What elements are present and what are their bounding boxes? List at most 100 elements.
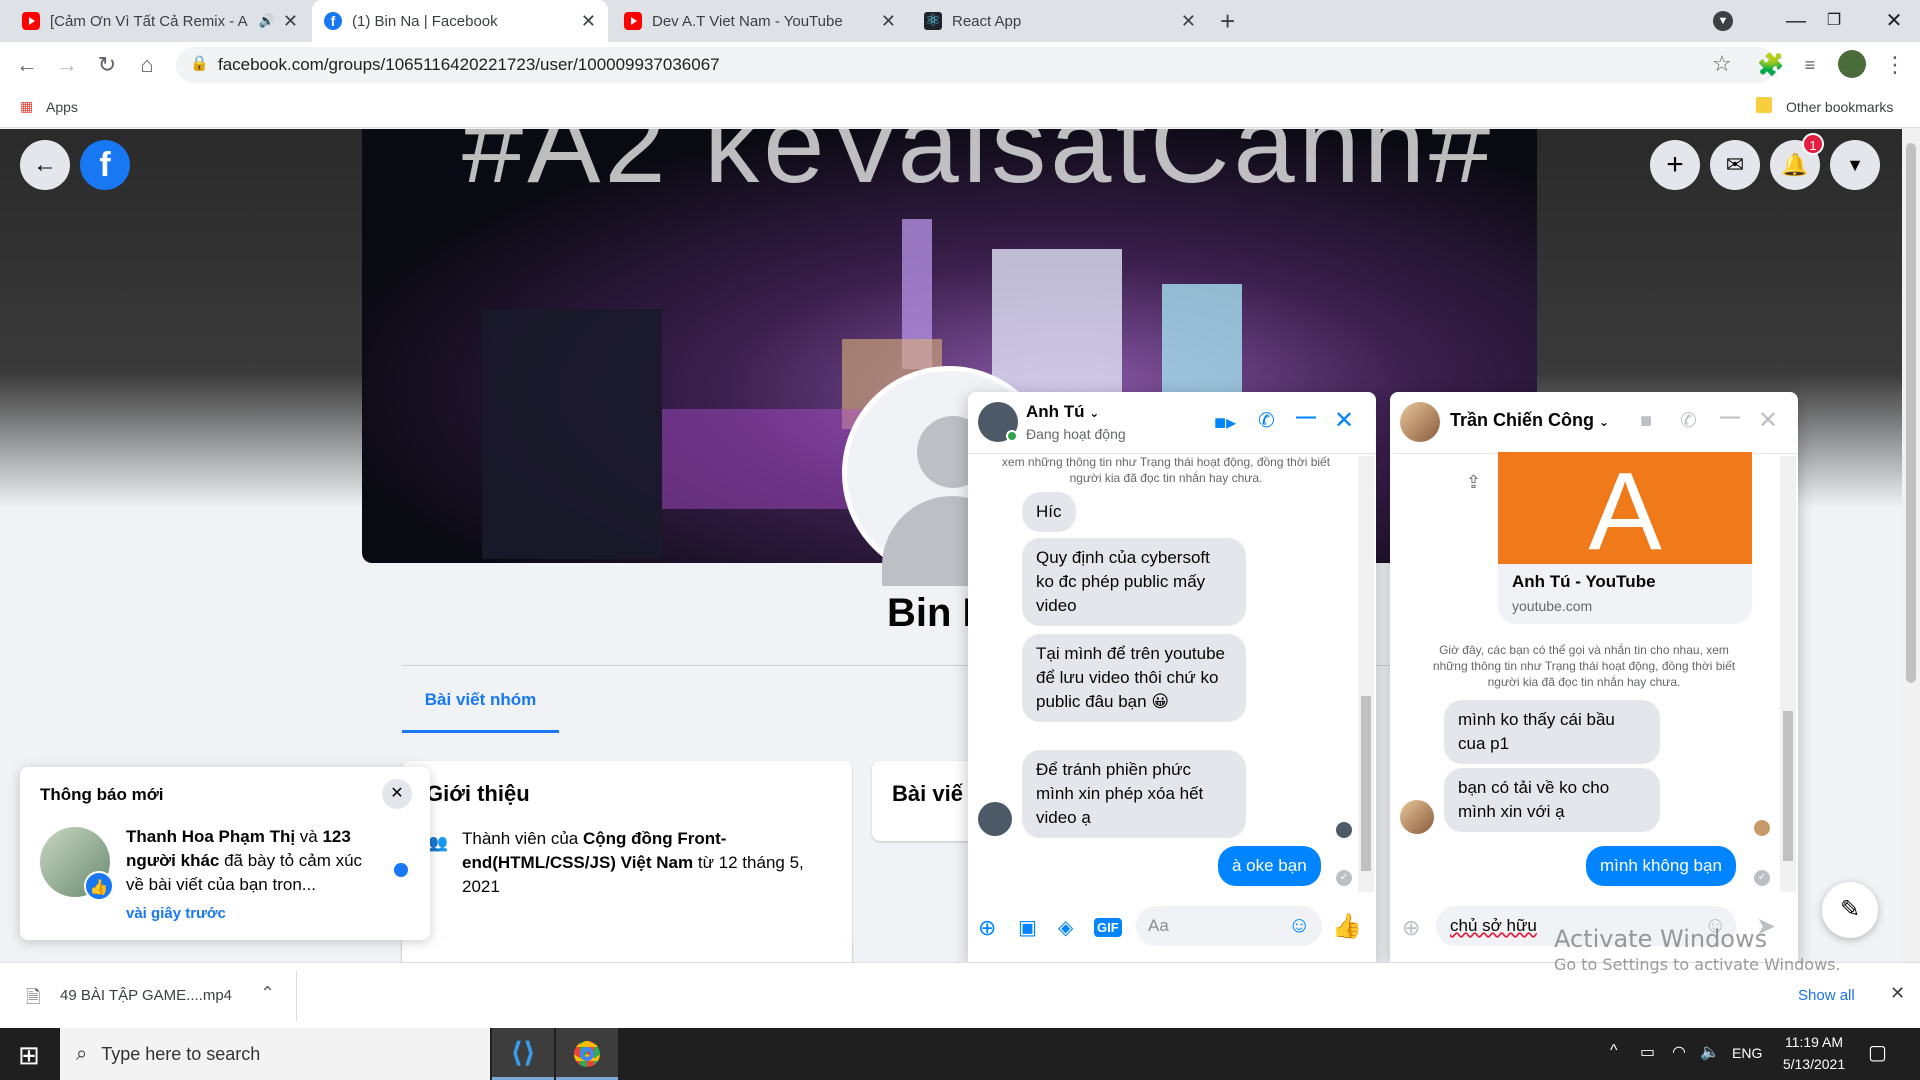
back-icon[interactable]: ←: [12, 50, 42, 80]
more-actions-icon[interactable]: ⊕: [1402, 915, 1420, 941]
speaker-icon[interactable]: 🔊: [259, 13, 275, 29]
send-icon[interactable]: ➤: [1756, 912, 1776, 941]
clock-date[interactable]: 5/13/2021: [1778, 1056, 1850, 1072]
address-bar[interactable]: 🔒 facebook.com/groups/1065116420221723/u…: [176, 47, 1776, 83]
chat-header[interactable]: Anh Tú ⌄ Đang hoạt động ■▸ ✆ — ✕: [968, 392, 1376, 454]
video-call-icon[interactable]: ■▸: [1214, 410, 1236, 435]
language-indicator[interactable]: ENG: [1732, 1045, 1762, 1061]
chat-scrollbar-thumb[interactable]: [1361, 696, 1371, 871]
share-icon[interactable]: ⇪: [1466, 472, 1481, 493]
download-item[interactable]: 49 BÀI TẬP GAME....mp4: [60, 987, 232, 1004]
back-button[interactable]: ←: [20, 140, 70, 190]
create-button[interactable]: +: [1650, 140, 1700, 190]
messenger-icon[interactable]: ✉: [1710, 140, 1760, 190]
windows-start-icon[interactable]: ⊞: [18, 1040, 40, 1071]
notification-center-icon[interactable]: ▢: [1868, 1040, 1887, 1065]
account-menu-icon[interactable]: ▼: [1830, 140, 1880, 190]
close-chat-icon[interactable]: ✕: [1758, 406, 1778, 435]
message-bubble[interactable]: Tại mình để trên youtube để lưu video th…: [1022, 634, 1246, 722]
tab-group-posts[interactable]: Bài viết nhóm: [402, 677, 559, 733]
link-title: Anh Tú - YouTube: [1512, 572, 1656, 591]
chat-scrollbar-thumb[interactable]: [1783, 711, 1793, 861]
tab-youtube-remix[interactable]: [Cảm Ơn Vì Tất Cả Remix - A 🔊 ✕: [10, 0, 310, 42]
membership-prefix: Thành viên của: [462, 829, 583, 848]
other-bookmarks[interactable]: Other bookmarks: [1786, 99, 1893, 115]
contact-avatar[interactable]: [1400, 402, 1440, 442]
phone-icon[interactable]: ✆: [1680, 408, 1697, 433]
close-tab-icon[interactable]: ✕: [1181, 11, 1196, 32]
tab-search-icon[interactable]: ▼: [1713, 11, 1733, 31]
clock-time[interactable]: 11:19 AM: [1778, 1034, 1850, 1050]
emoji-icon[interactable]: ☺: [1704, 912, 1726, 938]
message-bubble[interactable]: Quy định của cybersoft ko đc phép public…: [1022, 538, 1246, 626]
battery-icon[interactable]: ▭: [1640, 1042, 1655, 1062]
restore-icon[interactable]: ❐: [1816, 6, 1852, 36]
sender-avatar: [1400, 800, 1434, 834]
tab-react-app[interactable]: ⚛ React App ✕: [912, 0, 1208, 42]
thumbs-up-icon[interactable]: 👍: [1332, 912, 1362, 941]
sticker-icon[interactable]: ◈: [1058, 915, 1073, 940]
forward-icon[interactable]: →: [52, 50, 82, 80]
search-placeholder: Type here to search: [101, 1043, 261, 1064]
close-chat-icon[interactable]: ✕: [1334, 406, 1354, 435]
minimize-icon[interactable]: —: [1778, 6, 1814, 36]
close-tab-icon[interactable]: ✕: [581, 11, 596, 32]
photo-icon[interactable]: ▣: [1018, 915, 1037, 940]
chevron-up-icon[interactable]: ⌃: [260, 983, 275, 1004]
message-bubble[interactable]: Để tránh phiền phức mình xin phép xóa hế…: [1022, 750, 1246, 838]
gif-icon[interactable]: GIF: [1094, 918, 1122, 937]
minimize-chat-icon[interactable]: —: [1720, 406, 1740, 429]
folder-icon: [1756, 97, 1772, 113]
reload-icon[interactable]: ↻: [92, 50, 122, 80]
close-icon[interactable]: ✕: [1890, 983, 1905, 1004]
phone-icon[interactable]: ✆: [1258, 408, 1275, 433]
message-input[interactable]: Aa ☺: [1136, 906, 1322, 946]
close-window-icon[interactable]: ✕: [1876, 6, 1912, 36]
my-message-bubble[interactable]: mình không bạn: [1586, 846, 1736, 886]
message-input[interactable]: chủ sở hữu ☺: [1436, 906, 1736, 946]
wifi-icon[interactable]: ◠: [1672, 1042, 1686, 1062]
minimize-chat-icon[interactable]: —: [1296, 406, 1316, 429]
message-bubble[interactable]: mình ko thấy cái bầu cua p1: [1444, 700, 1660, 764]
chat-scrollbar[interactable]: [1780, 456, 1796, 892]
taskbar-search[interactable]: ⌕ Type here to search: [60, 1028, 490, 1080]
message-bubble[interactable]: Híc: [1022, 492, 1076, 532]
apps-bookmark[interactable]: Apps: [46, 99, 78, 115]
message-bubble[interactable]: bạn có tải về ko cho mình xin với ạ: [1444, 768, 1660, 832]
emoji-icon[interactable]: ☺: [1288, 912, 1310, 938]
menu-icon[interactable]: ⋮: [1880, 50, 1910, 80]
page-scrollbar[interactable]: [1902, 129, 1920, 962]
profile-avatar[interactable]: [1838, 50, 1866, 78]
new-message-icon[interactable]: ✎: [1822, 882, 1878, 938]
input-placeholder: Aa: [1148, 916, 1169, 935]
my-message-bubble[interactable]: à oke bạn: [1218, 846, 1321, 886]
chat-scrollbar[interactable]: [1358, 456, 1374, 892]
extensions-icon[interactable]: 🧩: [1756, 50, 1786, 80]
link-preview-card[interactable]: A Anh Tú - YouTube youtube.com: [1498, 452, 1752, 624]
close-tab-icon[interactable]: ✕: [283, 11, 298, 32]
tray-chevron-icon[interactable]: ^: [1610, 1042, 1618, 1060]
more-actions-icon[interactable]: ⊕: [978, 915, 996, 941]
close-tab-icon[interactable]: ✕: [881, 11, 896, 32]
chat-header[interactable]: Trần Chiến Công ⌄ ■ ✆ — ✕: [1390, 392, 1798, 454]
vscode-icon[interactable]: ⟨⟩: [492, 1028, 554, 1080]
tab-youtube-devat[interactable]: Dev A.T Viet Nam - YouTube ✕: [612, 0, 908, 42]
star-icon[interactable]: ☆: [1712, 51, 1732, 77]
new-tab-icon[interactable]: +: [1220, 6, 1235, 37]
video-call-icon[interactable]: ■: [1640, 410, 1652, 433]
close-icon[interactable]: ✕: [382, 779, 412, 809]
scrollbar-thumb[interactable]: [1906, 143, 1916, 683]
media-control-icon[interactable]: ≡: [1795, 50, 1825, 80]
contact-name-row[interactable]: Anh Tú ⌄: [1026, 402, 1099, 422]
contact-name-row[interactable]: Trần Chiến Công ⌄: [1450, 410, 1609, 431]
tab-facebook[interactable]: f (1) Bin Na | Facebook ✕: [312, 0, 608, 42]
show-all-button[interactable]: Show all: [1798, 987, 1855, 1004]
facebook-logo[interactable]: f: [80, 140, 130, 190]
youtube-icon: [22, 12, 40, 30]
volume-icon[interactable]: 🔈: [1700, 1042, 1720, 1062]
chrome-taskbar-button[interactable]: [556, 1028, 618, 1080]
tab-title: [Cảm Ơn Vì Tất Cả Remix - A: [50, 12, 248, 30]
new-notification-popup[interactable]: Thông báo mới ✕ 👍 Thanh Hoa Phạm Thị và …: [20, 767, 430, 940]
lock-icon: 🔒: [190, 55, 209, 72]
home-icon[interactable]: ⌂: [132, 50, 162, 80]
